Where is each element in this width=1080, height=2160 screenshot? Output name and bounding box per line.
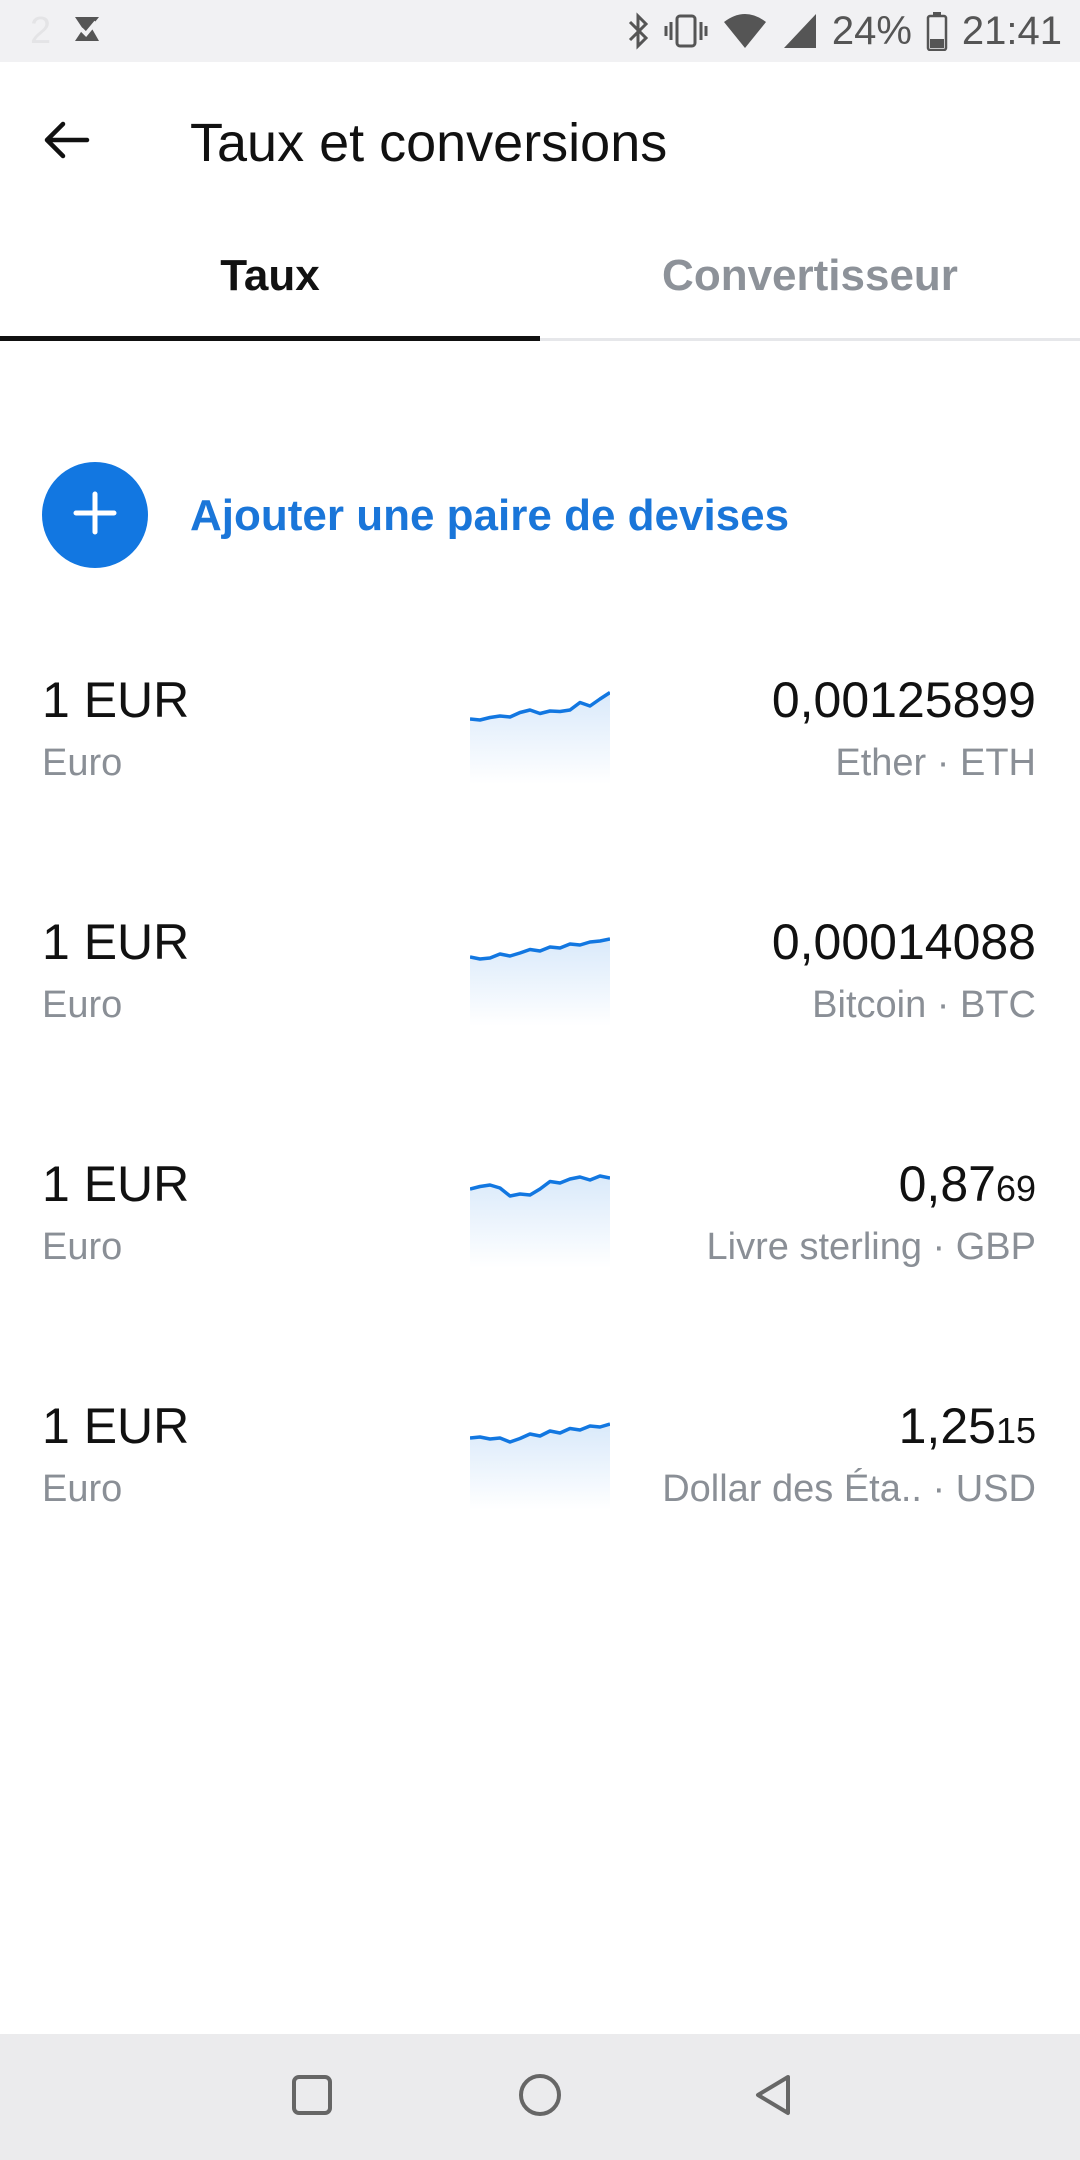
base-amount: 1 EUR bbox=[42, 672, 190, 728]
rate-value-main: 0,00014088 bbox=[771, 914, 1036, 970]
system-nav-bar bbox=[0, 2034, 1080, 2160]
trend-sparkline bbox=[470, 691, 610, 784]
app-bar: Taux et conversions bbox=[0, 62, 1080, 214]
clock: 21:41 bbox=[961, 8, 1062, 53]
home-button[interactable] bbox=[507, 2064, 573, 2130]
rate-row-gbp[interactable]: 1 EUR Euro 0,8769 Livre sterling · GBP bbox=[0, 1124, 1080, 1364]
app-notification-icon bbox=[69, 11, 105, 52]
tab-rates[interactable]: Taux bbox=[0, 214, 540, 338]
bluetooth-icon bbox=[626, 12, 650, 50]
base-amount: 1 EUR bbox=[42, 1398, 190, 1454]
active-tab-indicator bbox=[0, 336, 540, 341]
rate-value-small: 15 bbox=[995, 1410, 1036, 1451]
rate-value-main: 0,87 bbox=[898, 1156, 996, 1212]
back-button[interactable] bbox=[30, 106, 102, 178]
wifi-icon bbox=[722, 12, 768, 50]
rate-value: 0,8769 bbox=[899, 1154, 1036, 1219]
add-pair-label: Ajouter une paire de devises bbox=[190, 491, 790, 540]
tab-converter[interactable]: Convertisseur bbox=[540, 214, 1080, 338]
circle-home-icon bbox=[517, 2072, 563, 2123]
rate-value: 0,00014088 bbox=[772, 912, 1036, 977]
rate-value: 1,2515 bbox=[899, 1396, 1036, 1461]
vibrate-icon bbox=[664, 12, 708, 50]
rate-row-eth[interactable]: 1 EUR Euro 0,00125899 Ether · ETH bbox=[0, 640, 1080, 880]
status-bar: 2 24% 21:41 bbox=[0, 0, 1080, 62]
rate-value-small: 69 bbox=[995, 1168, 1036, 1209]
trend-sparkline bbox=[470, 1174, 610, 1268]
arrow-left-icon bbox=[41, 120, 91, 165]
triangle-back-icon bbox=[750, 2072, 794, 2123]
quote-currency: Ether · ETH bbox=[835, 742, 1036, 784]
add-currency-pair-button[interactable]: Ajouter une paire de devises bbox=[0, 440, 1080, 590]
base-amount: 1 EUR bbox=[42, 914, 190, 970]
quote-currency: Livre sterling · GBP bbox=[706, 1226, 1036, 1268]
system-back-button[interactable] bbox=[739, 2064, 805, 2130]
base-amount: 1 EUR bbox=[42, 1156, 190, 1212]
status-faded-text: 2 bbox=[30, 9, 52, 52]
battery-icon bbox=[926, 11, 948, 51]
square-recent-icon bbox=[290, 2073, 334, 2122]
trend-sparkline bbox=[470, 937, 610, 1026]
add-circle bbox=[42, 462, 148, 568]
base-currency-name: Euro bbox=[42, 742, 123, 784]
rate-value-main: 1,25 bbox=[898, 1398, 996, 1454]
battery-percent: 24% bbox=[831, 8, 912, 53]
plus-icon bbox=[72, 490, 118, 541]
rate-value: 0,00125899 bbox=[772, 670, 1036, 735]
base-currency-name: Euro bbox=[42, 984, 123, 1026]
recent-apps-button[interactable] bbox=[279, 2064, 345, 2130]
rate-row-btc[interactable]: 1 EUR Euro 0,00014088 Bitcoin · BTC bbox=[0, 882, 1080, 1122]
trend-sparkline bbox=[470, 1422, 610, 1510]
signal-icon bbox=[782, 12, 818, 50]
base-currency-name: Euro bbox=[42, 1226, 123, 1268]
page-title: Taux et conversions bbox=[190, 113, 668, 173]
rate-value-main: 0,00125899 bbox=[771, 672, 1036, 728]
rate-row-usd[interactable]: 1 EUR Euro 1,2515 Dollar des Éta.. · USD bbox=[0, 1366, 1080, 1606]
quote-currency: Dollar des Éta.. · USD bbox=[662, 1468, 1036, 1510]
tab-bar: Taux Convertisseur bbox=[0, 214, 1080, 341]
quote-currency: Bitcoin · BTC bbox=[812, 984, 1036, 1026]
base-currency-name: Euro bbox=[42, 1468, 123, 1510]
